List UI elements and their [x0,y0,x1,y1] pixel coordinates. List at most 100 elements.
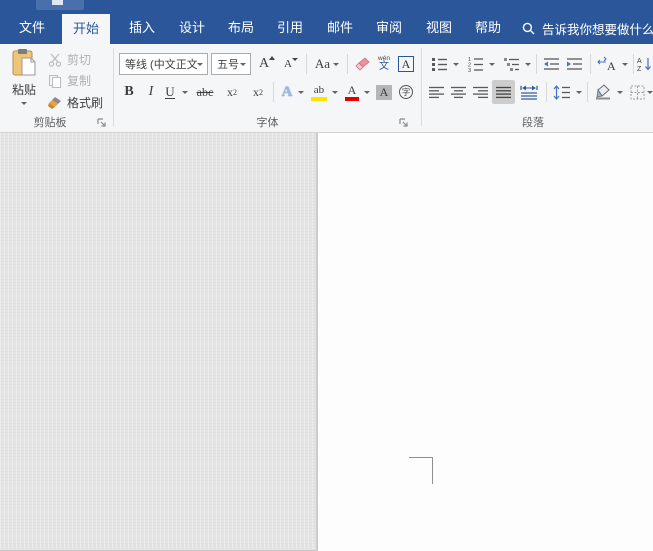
strikethrough-label: abc [196,84,214,99]
multilevel-list-button[interactable] [499,53,523,75]
numbering-caret[interactable] [487,53,497,75]
borders-caret[interactable] [646,81,653,103]
change-case-button[interactable]: Aa [311,53,343,75]
change-case-label: Aa [314,56,331,71]
bullets-caret[interactable] [451,53,461,75]
justify-button[interactable] [492,80,515,104]
italic-button[interactable]: I [142,81,160,103]
justify-icon [495,86,511,98]
format-painter-button[interactable]: 格式刷 [46,93,103,112]
numbering-icon: 1 2 3 [468,57,483,72]
font-size-combo[interactable]: 五号 [211,53,251,75]
align-center-icon [451,86,466,98]
numbering-button[interactable]: 1 2 3 [463,53,487,75]
highlight-label: ab [313,84,325,96]
titlebar [0,0,653,12]
character-shading-button[interactable]: A [374,81,394,103]
superscript-button[interactable]: x2 [246,81,270,103]
eraser-icon [354,56,370,71]
borders-button[interactable] [627,81,647,103]
asian-layout-caret[interactable] [620,53,630,75]
subscript-button[interactable]: x2 [220,81,244,103]
tab-help[interactable]: 帮助 [464,12,512,44]
svg-text:Z: Z [637,66,642,72]
line-spacing-caret[interactable] [574,81,584,103]
paste-label: 粘贴 [11,83,36,97]
line-spacing-button[interactable] [550,81,574,103]
shading-caret[interactable] [615,81,625,103]
tab-mailings[interactable]: 邮件 [316,12,364,44]
align-center-button[interactable] [448,81,470,103]
format-painter-label: 格式刷 [67,96,104,110]
phonetic-guide-button[interactable]: wén 文 [374,53,394,75]
decrease-indent-button[interactable] [540,53,563,75]
underline-caret[interactable] [180,81,190,103]
sort-button[interactable]: A Z [636,53,653,75]
highlight-caret[interactable] [330,81,340,103]
align-left-icon [429,86,444,98]
asian-layout-button[interactable]: A [594,53,620,75]
line-spacing-icon [553,84,570,100]
tab-insert[interactable]: 插入 [118,12,166,44]
tab-view[interactable]: 视图 [415,12,463,44]
underline-button[interactable]: U [160,81,180,103]
tab-home[interactable]: 开始 [62,14,110,44]
distribute-button[interactable] [517,81,541,103]
increase-indent-icon [567,58,582,70]
italic-label: I [148,84,154,99]
font-color-caret[interactable] [362,81,372,103]
tell-me-search[interactable]: 告诉我你想要做什么 [522,12,653,44]
shading-button[interactable] [591,81,615,103]
font-dialog-launcher-icon[interactable] [398,117,410,129]
font-color-bar [345,97,359,101]
text-effects-caret[interactable] [296,81,306,103]
distribute-icon [520,85,538,100]
document-page[interactable] [318,133,653,551]
shrink-font-button[interactable]: A [280,53,302,75]
grow-font-button[interactable]: A [256,53,278,75]
tab-design[interactable]: 设计 [168,12,216,44]
svg-text:A: A [607,59,616,72]
change-case-caret [333,62,340,66]
tab-layout[interactable]: 布局 [217,12,265,44]
bold-button[interactable]: B [118,81,140,103]
character-border-label: A [397,56,415,72]
clipboard-icon [12,49,36,76]
align-right-button[interactable] [470,81,492,103]
strikethrough-button[interactable]: abc [192,81,218,103]
copy-icon [46,74,63,88]
paste-dropdown-caret[interactable] [21,102,27,105]
svg-text:A: A [637,58,642,65]
font-group-label: 字体 [256,117,279,129]
tab-review[interactable]: 审阅 [365,12,413,44]
shrink-arrow-icon [291,57,298,61]
highlight-button[interactable]: ab [308,81,330,103]
tab-references[interactable]: 引用 [266,12,314,44]
increase-indent-button[interactable] [563,53,586,75]
font-color-button[interactable]: A [342,81,362,103]
font-name-caret [197,62,203,66]
font-name-value: 等线 (中文正文) [125,59,197,71]
align-left-button[interactable] [426,81,448,103]
separator [347,54,348,74]
text-effects-button[interactable]: A [277,81,297,103]
multilevel-list-caret[interactable] [523,53,533,75]
format-painter-icon [46,96,63,110]
enclose-characters-button[interactable]: 字 [396,81,416,103]
cut-button: 剪切 [46,50,91,69]
clipboard-dialog-launcher-icon[interactable] [96,117,108,129]
cut-label: 剪切 [67,53,92,67]
scissors-icon [46,53,63,67]
grow-font-label: A [258,56,270,71]
tab-file[interactable]: 文件 [8,12,56,44]
character-border-button[interactable]: A [396,53,416,75]
paste-button[interactable]: 粘贴 [4,48,44,112]
separator [273,82,274,102]
clipboard-group-label: 剪贴板 [33,117,67,129]
subscript-2: 2 [233,87,237,97]
clear-formatting-button[interactable] [351,53,372,75]
multilevel-list-icon [503,57,519,71]
font-name-combo[interactable]: 等线 (中文正文) [119,53,208,75]
bullets-button[interactable] [427,53,451,75]
word-window: 文件 开始 插入 设计 布局 引用 邮件 审阅 视图 帮助 告诉我你想要做什么 [0,0,653,551]
